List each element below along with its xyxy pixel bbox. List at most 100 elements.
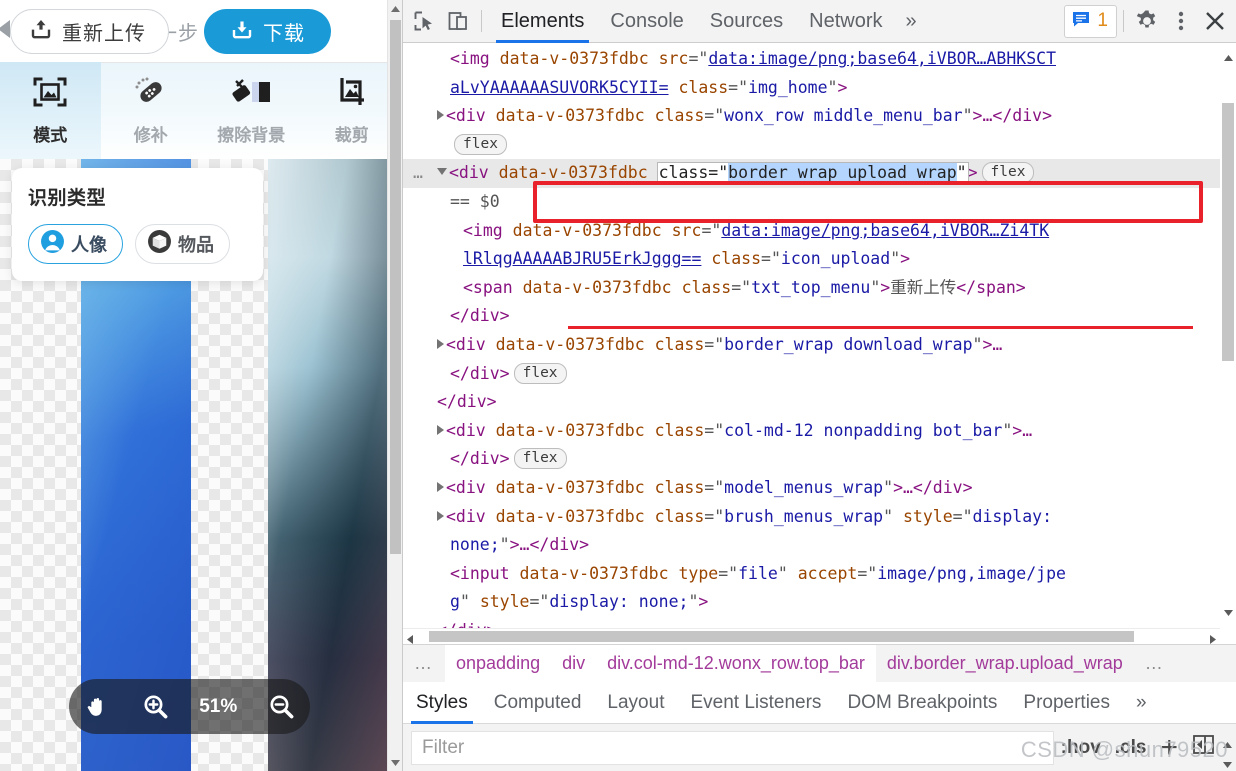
styles-tab-layout[interactable]: Layout: [594, 682, 677, 724]
dom-horizontal-scrollbar[interactable]: [403, 628, 1220, 644]
scroll-down-arrow-icon[interactable]: [388, 754, 402, 771]
dom-line[interactable]: lRlqgAAAAABJRU5ErkJggg== class="icon_upl…: [403, 245, 1220, 274]
tab-sources[interactable]: Sources: [697, 0, 796, 43]
dom-line[interactable]: g" style="display: none;">: [403, 588, 1220, 617]
dom-line[interactable]: <span data-v-0373fdbc class="txt_top_men…: [403, 274, 1220, 303]
dom-token: [645, 106, 655, 125]
reupload-button[interactable]: 重新上传: [10, 9, 169, 54]
dom-token: class: [678, 78, 728, 97]
message-count-label: 1: [1097, 10, 1108, 32]
dom-line[interactable]: <img data-v-0373fdbc src="data:image/png…: [403, 217, 1220, 246]
chevron-down-icon[interactable]: [437, 168, 447, 175]
add-style-rule-button[interactable]: +: [1153, 731, 1185, 765]
cls-button[interactable]: .cls: [1108, 737, 1154, 759]
breadcrumb-item[interactable]: onpadding: [445, 645, 551, 683]
scrollbar-thumb[interactable]: [1222, 103, 1234, 361]
dom-token: style: [903, 507, 953, 526]
scroll-up-arrow-icon[interactable]: [1222, 736, 1233, 754]
image-canvas[interactable]: 识别类型 人像: [0, 159, 387, 771]
scrollbar-thumb[interactable]: [429, 631, 1134, 642]
flex-badge[interactable]: flex: [982, 162, 1035, 183]
breadcrumb-item[interactable]: div.border_wrap.upload_wrap: [876, 645, 1134, 683]
scroll-left-arrow-icon[interactable]: [406, 632, 414, 644]
dom-line[interactable]: </div>: [403, 617, 1220, 628]
scrollbar-thumb[interactable]: [390, 20, 401, 554]
tab-console[interactable]: Console: [597, 0, 696, 43]
mode-tab-patch[interactable]: 修补: [101, 62, 202, 159]
editor-top-toolbar: 一步 重新上传 下载: [0, 0, 402, 62]
flex-badge[interactable]: flex: [514, 448, 567, 469]
styles-tab-properties[interactable]: Properties: [1010, 682, 1123, 724]
zoom-in-icon[interactable]: [142, 693, 169, 720]
dom-line[interactable]: </div>flex: [403, 445, 1220, 474]
chevron-right-icon[interactable]: [437, 425, 444, 435]
chevron-right-icon[interactable]: [437, 482, 444, 492]
chevron-right-icon[interactable]: [437, 110, 444, 120]
dom-line[interactable]: </div>: [403, 388, 1220, 417]
image-editor-panel: 一步 重新上传 下载: [0, 0, 402, 771]
inspect-element-icon[interactable]: [407, 4, 441, 38]
dom-line[interactable]: <img data-v-0373fdbc src="data:image/png…: [403, 45, 1220, 74]
dom-line[interactable]: <div data-v-0373fdbc class="model_menus_…: [403, 474, 1220, 503]
dom-line[interactable]: <div data-v-0373fdbc class="border_wrap …: [403, 331, 1220, 360]
new-style-rule-icon[interactable]: [1185, 733, 1222, 762]
scroll-right-arrow-icon[interactable]: [1209, 632, 1217, 644]
zoom-out-icon[interactable]: [268, 693, 295, 720]
recognition-option-person[interactable]: 人像: [28, 224, 123, 264]
mode-tab-model[interactable]: 模式: [0, 62, 101, 159]
breadcrumb-item[interactable]: …: [1134, 645, 1176, 683]
styles-tab-»[interactable]: »: [1123, 682, 1160, 724]
close-icon[interactable]: [1198, 4, 1232, 38]
hov-button[interactable]: :hov: [1054, 737, 1108, 759]
mode-tab-erase-background[interactable]: 擦除背景: [201, 62, 302, 159]
scroll-down-arrow-icon[interactable]: [1223, 604, 1234, 622]
scroll-up-arrow-icon[interactable]: [1223, 49, 1234, 67]
styles-tab-computed[interactable]: Computed: [481, 682, 595, 724]
dom-line[interactable]: <div data-v-0373fdbc class="col-md-12 no…: [403, 417, 1220, 446]
filter-input[interactable]: Filter: [411, 731, 1054, 765]
chevron-right-icon[interactable]: [437, 511, 444, 521]
chevron-right-icon[interactable]: [437, 339, 444, 349]
dom-line[interactable]: aLvYAAAAAASUVORK5CYII= class="img_home">: [403, 74, 1220, 103]
dom-line[interactable]: …<div data-v-0373fdbc class="border_wrap…: [403, 159, 1220, 188]
dom-tree-code[interactable]: <img data-v-0373fdbc src="data:image/png…: [403, 43, 1220, 628]
tab-network[interactable]: Network: [796, 0, 895, 43]
styles-pane-tabs[interactable]: StylesComputedLayoutEvent ListenersDOM B…: [403, 682, 1236, 724]
dom-token: image/png,image/jpe: [877, 564, 1066, 583]
dom-line[interactable]: flex: [403, 131, 1220, 160]
recognition-option-object[interactable]: 物品: [135, 224, 230, 264]
tab-elements[interactable]: Elements: [488, 0, 597, 43]
message-count-button[interactable]: 1: [1064, 5, 1117, 38]
breadcrumb-item[interactable]: div.col-md-12.wonx_row.top_bar: [596, 645, 876, 683]
dom-line[interactable]: none;">…</div>: [403, 531, 1220, 560]
styles-tab-styles[interactable]: Styles: [403, 682, 481, 724]
download-button[interactable]: 下载: [204, 9, 331, 54]
scroll-down-arrow-icon[interactable]: [1222, 756, 1233, 771]
message-icon: [1071, 9, 1091, 34]
erase-background-icon: [228, 75, 274, 114]
attribute-edit-field[interactable]: class="border_wrap upload_wrap": [658, 163, 968, 182]
flex-badge[interactable]: flex: [454, 134, 507, 155]
scroll-up-arrow-icon[interactable]: [388, 0, 402, 17]
dom-line[interactable]: <div data-v-0373fdbc class="brush_menus_…: [403, 503, 1220, 532]
gear-icon[interactable]: [1130, 4, 1164, 38]
dom-line[interactable]: <div data-v-0373fdbc class="wonx_row mid…: [403, 102, 1220, 131]
breadcrumb[interactable]: …onpaddingdivdiv.col-md-12.wonx_row.top_…: [403, 644, 1236, 682]
dom-line[interactable]: == $0: [403, 188, 1220, 217]
styles-tab-dom-breakpoints[interactable]: DOM Breakpoints: [834, 682, 1010, 724]
dom-line[interactable]: </div>flex: [403, 360, 1220, 389]
styles-tab-event-listeners[interactable]: Event Listeners: [677, 682, 834, 724]
dom-line-overflow-dots[interactable]: …: [413, 159, 425, 188]
breadcrumb-item[interactable]: div: [551, 645, 596, 683]
breadcrumb-item[interactable]: …: [403, 645, 445, 683]
hand-icon[interactable]: [84, 693, 111, 720]
more-tabs-button[interactable]: »: [896, 10, 927, 33]
more-vertical-icon[interactable]: [1164, 4, 1198, 38]
dom-vertical-scrollbar[interactable]: [1220, 43, 1236, 628]
flex-badge[interactable]: flex: [514, 363, 567, 384]
dom-token: g: [450, 592, 460, 611]
dom-tree-area[interactable]: <img data-v-0373fdbc src="data:image/png…: [403, 43, 1236, 644]
device-toolbar-icon[interactable]: [441, 4, 475, 38]
editor-vertical-scrollbar[interactable]: [387, 0, 402, 771]
dom-line[interactable]: <input data-v-0373fdbc type="file" accep…: [403, 560, 1220, 589]
